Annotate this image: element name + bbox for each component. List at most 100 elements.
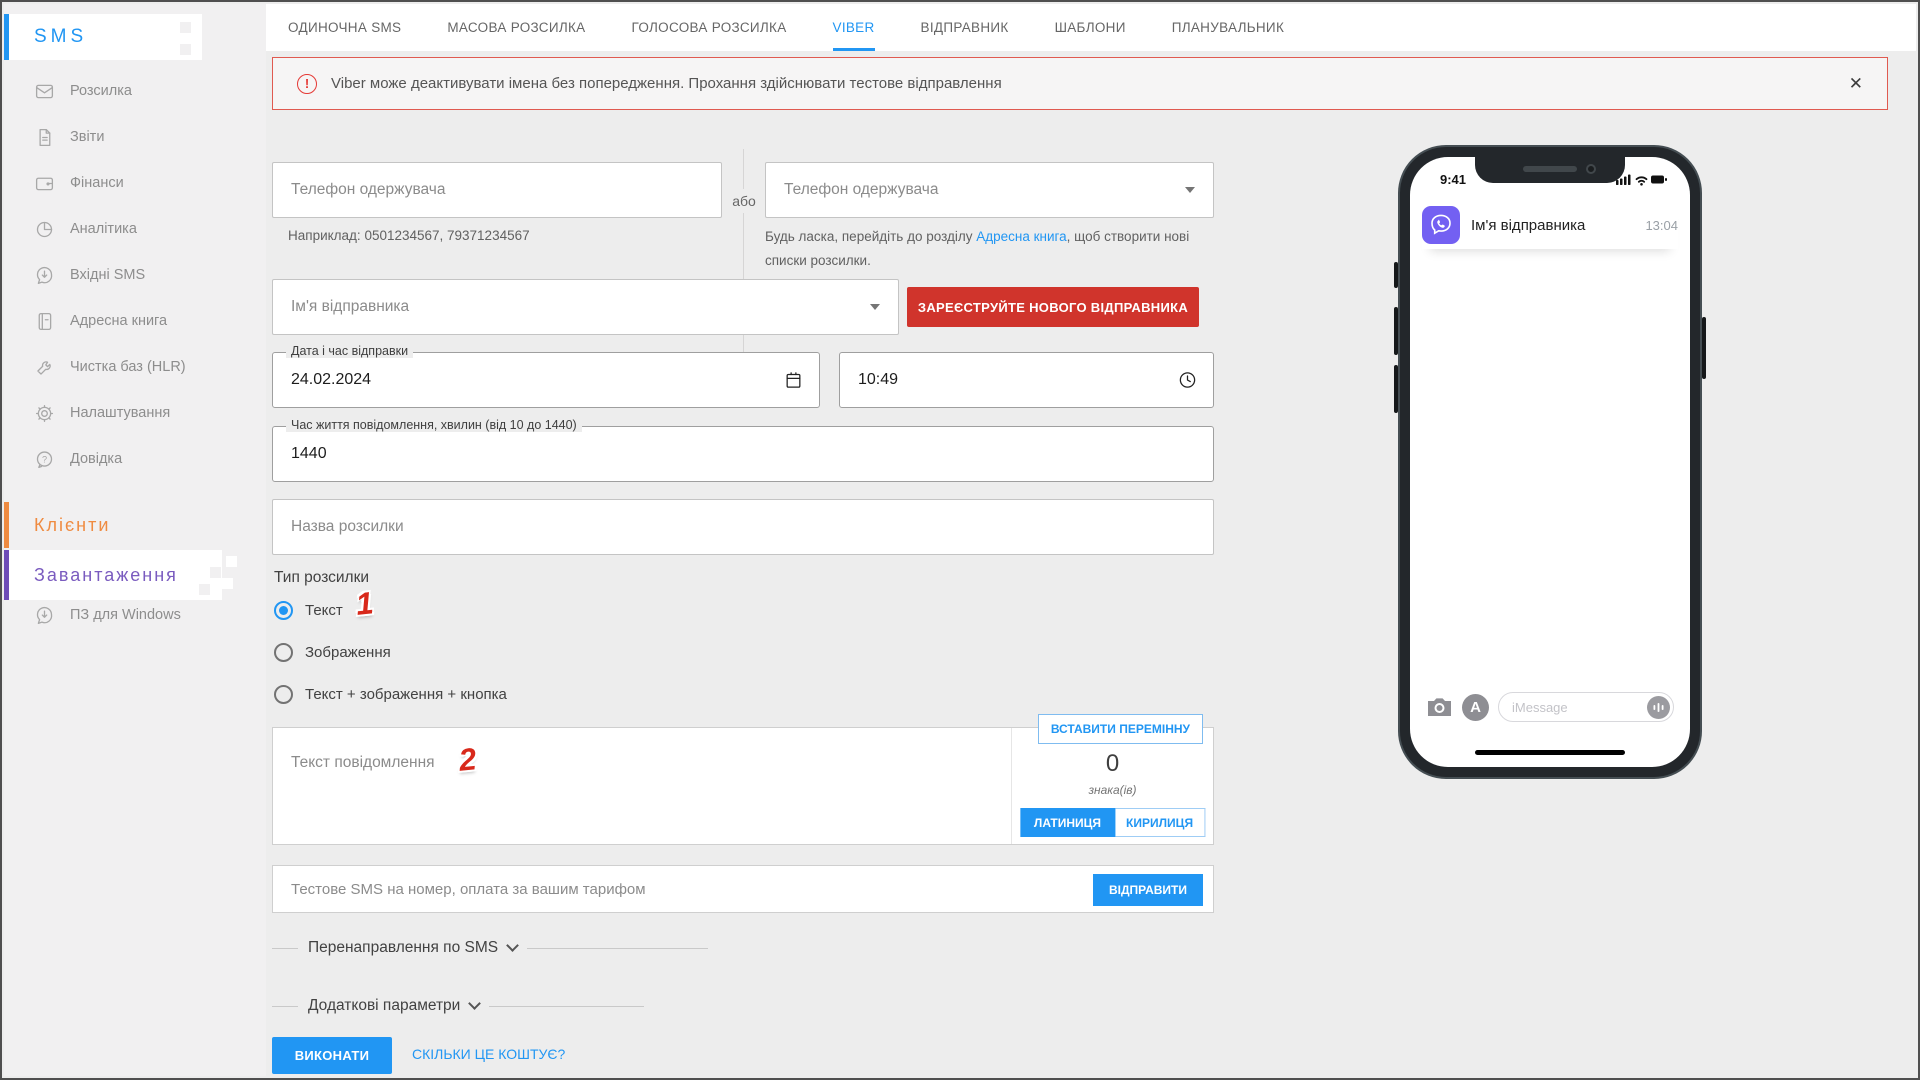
radio-icon[interactable] [274, 601, 293, 620]
message-text-box[interactable]: Текст повідомлення 2 ВСТАВИТИ ПЕРЕМІННУ … [272, 727, 1214, 845]
camera-icon[interactable] [1426, 696, 1453, 718]
test-sms-input[interactable] [273, 866, 1213, 912]
additional-params-section[interactable]: Додаткові параметри [272, 997, 644, 1015]
report-icon [34, 127, 55, 148]
sidebar-item-adresna-knyga[interactable]: Адресна книга [4, 301, 266, 341]
recipient-list-select[interactable]: Телефон одержувача [765, 162, 1214, 218]
sidebar-item-dovidka[interactable]: ? Довідка [4, 439, 266, 479]
pixel-decor [222, 578, 233, 589]
send-date-value: 24.02.2024 [291, 371, 371, 389]
imessage-bar: iMessage [1426, 691, 1674, 723]
help-icon: ? [34, 449, 55, 470]
sidebar-section-downloads[interactable]: Завантаження [4, 550, 222, 600]
imessage-input[interactable]: iMessage [1498, 692, 1674, 722]
campaign-name-field [272, 499, 1214, 555]
address-book-link[interactable]: Адресна книга [976, 229, 1066, 244]
campaign-name-input[interactable] [273, 500, 1213, 554]
phone-screen: 9:41 Ім'я відправника [1410, 157, 1690, 767]
tab-sender[interactable]: ВІДПРАВНИК [921, 4, 1009, 51]
sidebar-item-vhidni-sms[interactable]: Вхідні SMS [4, 255, 266, 295]
tab-templates[interactable]: ШАБЛОНИ [1055, 4, 1126, 51]
message-tools-panel: ВСТАВИТИ ПЕРЕМІННУ 0 знака(ів) ЛАТИНИЦЯ … [1011, 728, 1213, 844]
viber-notification[interactable]: Ім'я відправника 13:04 [1422, 201, 1678, 249]
sidebar-item-windows-app[interactable]: ПЗ для Windows [4, 595, 266, 635]
send-test-button[interactable]: ВІДПРАВИТИ [1093, 874, 1203, 906]
sidebar-item-nalashtuvannya[interactable]: Налаштування [4, 393, 266, 433]
recipient-phone-input[interactable] [273, 163, 721, 217]
cost-link[interactable]: СКІЛЬКИ ЦЕ КОШТУЄ? [412, 1046, 565, 1062]
address-book-hint: Будь ласка, перейдіть до розділу Адресна… [765, 225, 1210, 272]
sidebar-item-label: Довідка [70, 451, 122, 467]
downloads-label: Завантаження [34, 565, 178, 586]
volume-up-button [1394, 307, 1398, 355]
sender-name-placeholder: Ім'я відправника [291, 298, 409, 316]
tab-single-sms[interactable]: ОДИНОЧНА SMS [288, 4, 401, 51]
sms-redirect-section[interactable]: Перенаправлення по SMS [272, 939, 708, 957]
brand-label: SMS [34, 26, 87, 48]
send-date-field[interactable]: Дата і час відправки 24.02.2024 [272, 352, 820, 408]
pixel-decor [191, 33, 202, 44]
radio-icon[interactable] [274, 643, 293, 662]
svg-text:?: ? [42, 454, 47, 464]
latin-button[interactable]: ЛАТИНИЦЯ [1020, 808, 1115, 837]
voice-memo-icon[interactable] [1647, 696, 1670, 719]
chevron-down-icon [468, 997, 481, 1010]
top-tabbar: ОДИНОЧНА SMS МАСОВА РОЗСИЛКА ГОЛОСОВА РО… [266, 4, 1916, 51]
tab-viber[interactable]: VIBER [833, 4, 875, 51]
sidebar-item-label: ПЗ для Windows [70, 607, 181, 623]
download-icon [34, 605, 55, 626]
clock-icon[interactable] [1178, 371, 1197, 390]
radio-option-text-image-button[interactable]: Текст + зображення + кнопка [274, 681, 507, 707]
or-label: або [729, 189, 759, 213]
insert-variable-button[interactable]: ВСТАВИТИ ПЕРЕМІННУ [1038, 714, 1203, 744]
sidebar-item-label: Звіти [70, 129, 104, 145]
tab-voice-mailing[interactable]: ГОЛОСОВА РОЗСИЛКА [631, 4, 786, 51]
char-count-label: знака(ів) [1012, 783, 1213, 797]
sidebar-item-zvity[interactable]: Звіти [4, 117, 266, 157]
radio-option-text[interactable]: Текст [274, 597, 343, 623]
chevron-down-icon [506, 939, 519, 952]
alphabet-toggle: ЛАТИНИЦЯ КИРИЛИЦЯ [1020, 808, 1205, 837]
app-window: SMS Розсилка Звіти Фінанси [0, 0, 1920, 1080]
front-camera [1586, 164, 1596, 174]
appstore-icon[interactable] [1462, 694, 1489, 721]
clients-label: Клієнти [34, 515, 110, 536]
clients-accent-bar [4, 502, 9, 548]
pixel-decor [199, 584, 210, 595]
test-sms-field: ВІДПРАВИТИ [272, 865, 1214, 913]
close-icon[interactable]: ✕ [1849, 74, 1863, 94]
gear-icon [34, 403, 55, 424]
sender-name-select[interactable]: Ім'я відправника [272, 279, 899, 335]
recipient-phone-field [272, 162, 722, 218]
sidebar-item-hlr[interactable]: Чистка баз (HLR) [4, 347, 266, 387]
tab-mass-mailing[interactable]: МАСОВА РОЗСИЛКА [447, 4, 585, 51]
phone-preview: 9:41 Ім'я відправника [1398, 145, 1702, 779]
divider-line [272, 1006, 298, 1007]
message-ttl-label: Час життя повідомлення, хвилин (від 10 д… [286, 418, 582, 432]
calendar-icon[interactable] [784, 371, 803, 390]
pixel-decor [169, 44, 180, 55]
sidebar-item-label: Вхідні SMS [70, 267, 145, 283]
radio-icon[interactable] [274, 685, 293, 704]
cyrillic-button[interactable]: КИРИЛИЦЯ [1115, 808, 1205, 837]
sidebar-item-analityka[interactable]: Аналітика [4, 209, 266, 249]
radio-option-image[interactable]: Зображення [274, 639, 391, 665]
send-time-field[interactable]: 10:49 [839, 352, 1214, 408]
phone-notch [1475, 157, 1625, 183]
message-ttl-value: 1440 [291, 445, 327, 463]
sms-redirect-label: Перенаправлення по SMS [308, 939, 498, 957]
sidebar-section-clients[interactable]: Клієнти [4, 502, 266, 548]
register-sender-button[interactable]: ЗАРЕЄСТРУЙТЕ НОВОГО ВІДПРАВНИКА [907, 287, 1199, 327]
divider-line [489, 1006, 644, 1007]
recipient-list-placeholder: Телефон одержувача [784, 181, 939, 199]
message-ttl-field[interactable]: Час життя повідомлення, хвилин (від 10 д… [272, 426, 1214, 482]
tab-scheduler[interactable]: ПЛАНУВАЛЬНИК [1172, 4, 1284, 51]
sidebar-item-finansy[interactable]: Фінанси [4, 163, 266, 203]
sidebar-item-rozsylka[interactable]: Розсилка [4, 71, 266, 111]
execute-button[interactable]: ВИКОНАТИ [272, 1037, 392, 1074]
pixel-decor [180, 22, 191, 33]
status-time: 9:41 [1440, 172, 1466, 187]
imessage-placeholder: iMessage [1512, 700, 1568, 715]
pixel-decor [180, 44, 191, 55]
char-count: 0 [1012, 750, 1213, 778]
